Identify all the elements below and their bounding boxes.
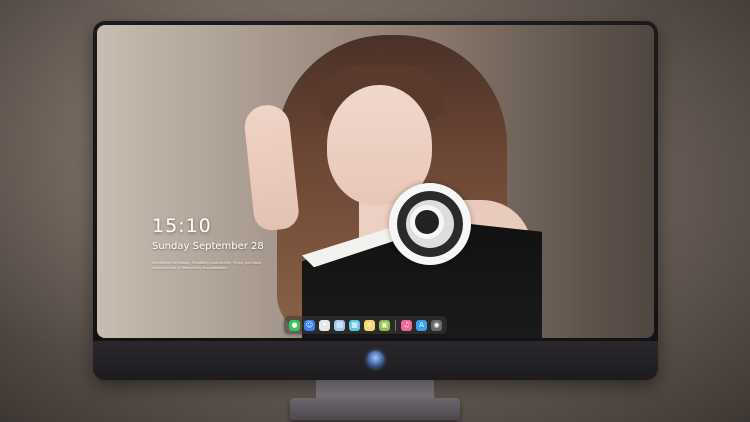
app-store-icon[interactable]: A <box>416 319 427 331</box>
notes-icon[interactable]: ≡ <box>364 319 375 331</box>
wallpaper-swirl-center <box>410 205 444 239</box>
finder-icon[interactable]: ☺ <box>304 319 315 331</box>
monitor: 15:10 Sunday September 28 Interesting te… <box>93 21 658 380</box>
dock-separator <box>395 319 396 331</box>
lock-tagline: Interesting technology, Emulating produc… <box>152 261 262 270</box>
lock-date: Sunday September 28 <box>152 241 264 252</box>
monitor-stand-base <box>290 398 460 420</box>
safari-icon[interactable]: ✦ <box>319 319 330 331</box>
photo-icon[interactable]: ▣ <box>379 319 390 331</box>
lock-clock: 15:10 <box>152 215 212 237</box>
monitor-stand-neck <box>316 380 434 400</box>
clapper-icon[interactable]: ▦ <box>349 319 360 331</box>
camera-icon[interactable]: ◉ <box>431 319 442 331</box>
desktop-screen: 15:10 Sunday September 28 Interesting te… <box>97 25 654 338</box>
messages-icon[interactable]: ● <box>289 319 300 331</box>
brand-logo-icon <box>367 351 384 368</box>
preview-icon[interactable]: ▤ <box>334 319 345 331</box>
dock: ● ☺ ✦ ▤ ▦ ≡ ▣ ♫ A ◉ <box>284 316 447 334</box>
music-icon[interactable]: ♫ <box>401 319 412 331</box>
